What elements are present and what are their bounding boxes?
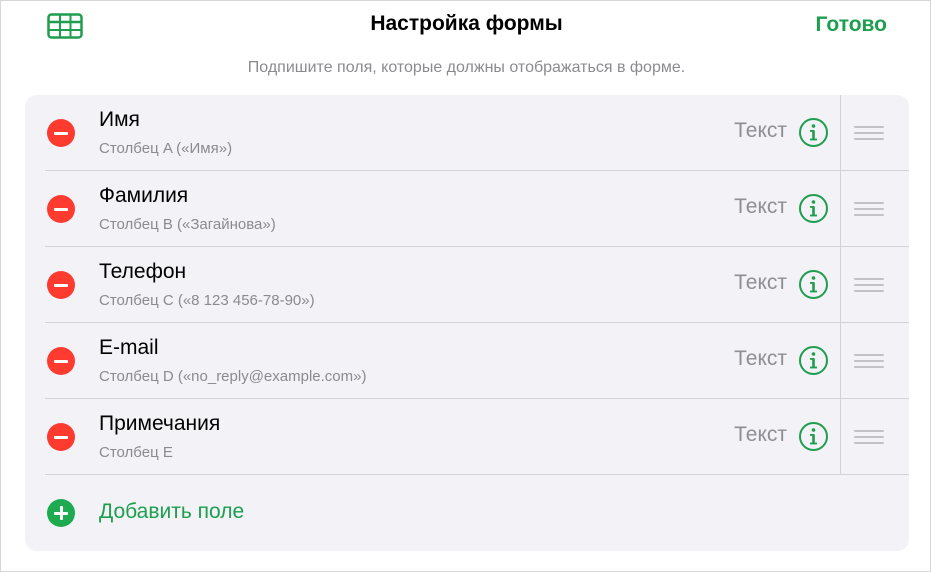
remove-field-button[interactable] <box>47 271 75 299</box>
reorder-grip-icon[interactable] <box>854 202 884 216</box>
field-name[interactable]: Примечания <box>99 412 220 436</box>
field-type[interactable]: Текст <box>734 271 787 295</box>
remove-field-button[interactable] <box>47 423 75 451</box>
field-type[interactable]: Текст <box>734 423 787 447</box>
info-icon[interactable] <box>798 193 829 224</box>
field-column: Столбец B («Загайнова») <box>99 216 276 233</box>
info-icon[interactable] <box>798 269 829 300</box>
reorder-grip-icon[interactable] <box>854 126 884 140</box>
field-row: Телефон Столбец C («8 123 456-78-90») Текс… <box>25 247 909 323</box>
field-row: E-mail Столбец D («no_reply@example.com»)… <box>25 323 909 399</box>
reorder-grip-icon[interactable] <box>854 354 884 368</box>
reorder-grip-icon[interactable] <box>854 278 884 292</box>
field-row: Имя Столбец A («Имя») Текст <box>25 95 909 171</box>
divider <box>840 171 841 247</box>
remove-field-button[interactable] <box>47 119 75 147</box>
remove-field-button[interactable] <box>47 195 75 223</box>
form-setup-window: Настройка формы Готово Подпишите поля, к… <box>0 0 931 572</box>
field-name[interactable]: Фамилия <box>99 184 188 208</box>
field-column: Столбец D («no_reply@example.com») <box>99 368 367 385</box>
plus-circle-icon <box>47 499 75 527</box>
field-name[interactable]: Телефон <box>99 260 186 284</box>
field-column: Столбец A («Имя») <box>99 140 233 157</box>
page-title: Настройка формы <box>370 12 563 35</box>
field-row: Фамилия Столбец B («Загайнова») Текст <box>25 171 909 247</box>
field-row: Примечания Столбец E Текст <box>25 399 909 475</box>
divider <box>840 95 841 171</box>
divider <box>840 323 841 399</box>
field-type[interactable]: Текст <box>734 195 787 219</box>
field-name[interactable]: Имя <box>99 108 140 132</box>
fields-list: Имя Столбец A («Имя») Текст Фамилия Столбец … <box>25 95 909 551</box>
divider <box>840 399 841 475</box>
header: Настройка формы Готово <box>1 1 931 51</box>
done-button[interactable]: Готово <box>816 13 887 37</box>
info-icon[interactable] <box>798 421 829 452</box>
info-icon[interactable] <box>798 117 829 148</box>
add-field-label: Добавить поле <box>99 500 245 523</box>
divider <box>840 247 841 323</box>
field-name[interactable]: E-mail <box>99 336 159 360</box>
reorder-grip-icon[interactable] <box>854 430 884 444</box>
add-field-button[interactable]: Добавить поле <box>25 475 909 551</box>
field-type[interactable]: Текст <box>734 347 787 371</box>
info-icon[interactable] <box>798 345 829 376</box>
field-column: Столбец C («8 123 456-78-90») <box>99 292 315 309</box>
instruction-text: Подпишите поля, которые должны отображат… <box>247 59 686 76</box>
field-type[interactable]: Текст <box>734 119 787 143</box>
remove-field-button[interactable] <box>47 347 75 375</box>
field-column: Столбец E <box>99 444 173 461</box>
